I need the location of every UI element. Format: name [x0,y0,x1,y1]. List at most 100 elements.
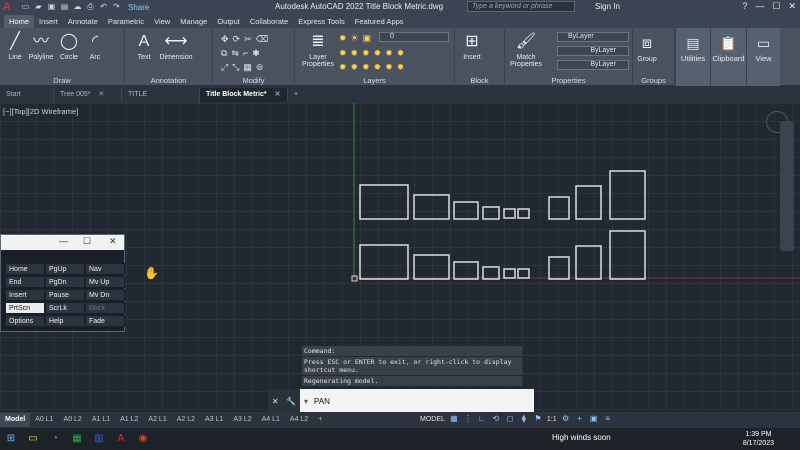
new-tab-button[interactable]: + [288,88,304,102]
properties-panel-label[interactable]: Properties [505,76,632,85]
modify-panel-label[interactable]: Modify [213,76,294,85]
ribbon-tab-view[interactable]: View [149,15,175,28]
minimize-button[interactable]: — [755,1,764,12]
undo-icon[interactable]: ↶ [98,2,109,12]
annotation-scale-icon[interactable]: ⚑ [533,414,543,424]
help-icon[interactable]: ? [742,1,747,12]
offset-icon[interactable]: ⊜ [256,62,264,73]
explode-icon[interactable]: ✱ [252,48,260,59]
isodraft-icon[interactable]: ⧫ [519,414,529,424]
layer-freeze-icon[interactable]: ✹ [339,48,347,59]
view-button[interactable]: ▭ View [746,28,780,86]
circle-tool[interactable]: ◯ Circle [58,32,80,61]
close-tab-icon[interactable]: ✕ [98,91,104,98]
snap-icon[interactable]: ⋮ [463,414,473,424]
layer-dropdown[interactable]: 0 [379,32,449,42]
lock-icon[interactable]: ▣ [363,33,372,44]
erase-icon[interactable]: ⌫ [256,34,269,45]
polyline-tool[interactable]: 〰 Polyline [26,32,56,61]
settings-icon[interactable]: ⚙ [561,414,571,424]
recent-commands-icon[interactable]: ▾ [300,397,308,406]
insert-button[interactable]: ⊞ Insert [459,32,485,61]
weather-status[interactable]: High winds soon [552,433,611,442]
key-dock[interactable]: Dock [85,302,125,314]
layers-panel-label[interactable]: Layers [295,76,454,85]
stretch-icon[interactable]: ⤢ [221,62,228,73]
layer-thaw-icon[interactable]: ✹ [362,62,370,73]
customize-icon[interactable]: 🔧 [286,397,296,406]
trim-icon[interactable]: ✂ [244,34,252,45]
open-icon[interactable]: ▰ [33,2,44,12]
ribbon-tab-insert[interactable]: Insert [34,15,63,28]
hardware-accel-icon[interactable]: ▣ [589,414,599,424]
polar-icon[interactable]: ⟲ [491,414,501,424]
grid-icon[interactable]: ▦ [449,414,459,424]
layer-walk-icon[interactable]: ✹ [374,48,382,59]
layout-tab-a3-l2[interactable]: A3 L2 [228,413,256,427]
lightbulb-icon[interactable]: ✹ [339,33,347,44]
layer-iso-icon[interactable]: ✹ [362,48,370,59]
file-explorer-icon[interactable]: ▭ [24,430,42,448]
layout-tab-a0-l1[interactable]: A0 L1 [30,413,58,427]
layer-off-icon[interactable]: ✹ [351,48,359,59]
ribbon-tab-manage[interactable]: Manage [175,15,212,28]
layout-tab-a0-l2[interactable]: A0 L2 [59,413,87,427]
customization-icon[interactable]: ≡ [603,414,613,424]
utilities-button[interactable]: ▤ Utilities [675,28,710,86]
close-tab-icon[interactable]: ✕ [275,91,281,98]
text-tool[interactable]: A Text [133,32,155,61]
key-pause[interactable]: Pause [45,289,85,301]
maximize-button[interactable]: ☐ [83,236,91,247]
ribbon-tab-output[interactable]: Output [212,15,245,28]
layer-copy-icon[interactable]: ✹ [397,62,405,73]
key-insert[interactable]: Insert [5,289,45,301]
layer-unisolate-icon[interactable]: ✹ [339,62,347,73]
layer-match-icon[interactable]: ✹ [385,48,393,59]
new-layout-button[interactable]: + [313,413,327,427]
key-pgdn[interactable]: PgDn [45,276,85,288]
close-button[interactable]: ✕ [109,236,117,247]
share-button[interactable]: Share [128,3,149,12]
key-end[interactable]: End [5,276,45,288]
layer-unlock-icon[interactable]: ✹ [385,62,393,73]
layout-tab-a2-l1[interactable]: A2 L1 [143,413,171,427]
scale-icon[interactable]: ⤡ [232,62,239,73]
excel-icon[interactable]: ▦ [68,430,86,448]
array-icon[interactable]: ▦ [243,62,252,73]
layer-lock-icon[interactable]: ✹ [374,62,382,73]
maximize-button[interactable]: ☐ [772,1,780,12]
key-scrlk[interactable]: ScrLk [45,302,85,314]
osnap-icon[interactable]: ◻ [505,414,515,424]
model-space-button[interactable]: MODEL [420,416,445,423]
key-mv-up[interactable]: Mv Up [85,276,125,288]
arc-tool[interactable]: ◜ Arc [84,32,106,61]
layout-tab-a4-l2[interactable]: A4 L2 [285,413,313,427]
lineweight-dropdown[interactable]: ByLayer [557,60,629,70]
ribbon-tab-featured-apps[interactable]: Featured Apps [350,15,409,28]
linetype-dropdown[interactable]: ByLayer [557,46,629,56]
ribbon-tab-express-tools[interactable]: Express Tools [293,15,350,28]
annotation-panel-label[interactable]: Annotation [125,76,212,85]
doc-tab-start[interactable]: Start [0,87,54,102]
layout-tab-a1-l1[interactable]: A1 L1 [87,413,115,427]
key-mv-dn[interactable]: Mv Dn [85,289,125,301]
annotation-scale[interactable]: 1:1 [547,416,557,423]
layout-tab-a3-l1[interactable]: A3 L1 [200,413,228,427]
layout-tab-a4-l1[interactable]: A4 L1 [257,413,285,427]
edge-icon[interactable]: ◔ [46,430,64,448]
close-icon[interactable]: ✕ [272,397,279,406]
chrome-icon[interactable]: ◉ [134,430,152,448]
minimize-button[interactable]: — [59,236,68,246]
key-pgup[interactable]: PgUp [45,263,85,275]
save-icon[interactable]: ▣ [46,2,57,12]
dimension-tool[interactable]: ⟷ Dimension [159,32,193,61]
redo-icon[interactable]: ↷ [111,2,122,12]
draw-panel-label[interactable]: Draw [0,76,124,85]
doc-tab-title-block-metric[interactable]: Title Block Metric* ✕ [200,87,288,102]
rotate-icon[interactable]: ⟳ [233,34,241,45]
ribbon-tab-parametric[interactable]: Parametric [103,15,149,28]
sign-in-button[interactable]: Sign In [595,2,620,11]
word-icon[interactable]: ▥ [90,430,108,448]
color-dropdown[interactable]: ByLayer [557,32,629,42]
new-icon[interactable]: ▭ [20,2,31,12]
